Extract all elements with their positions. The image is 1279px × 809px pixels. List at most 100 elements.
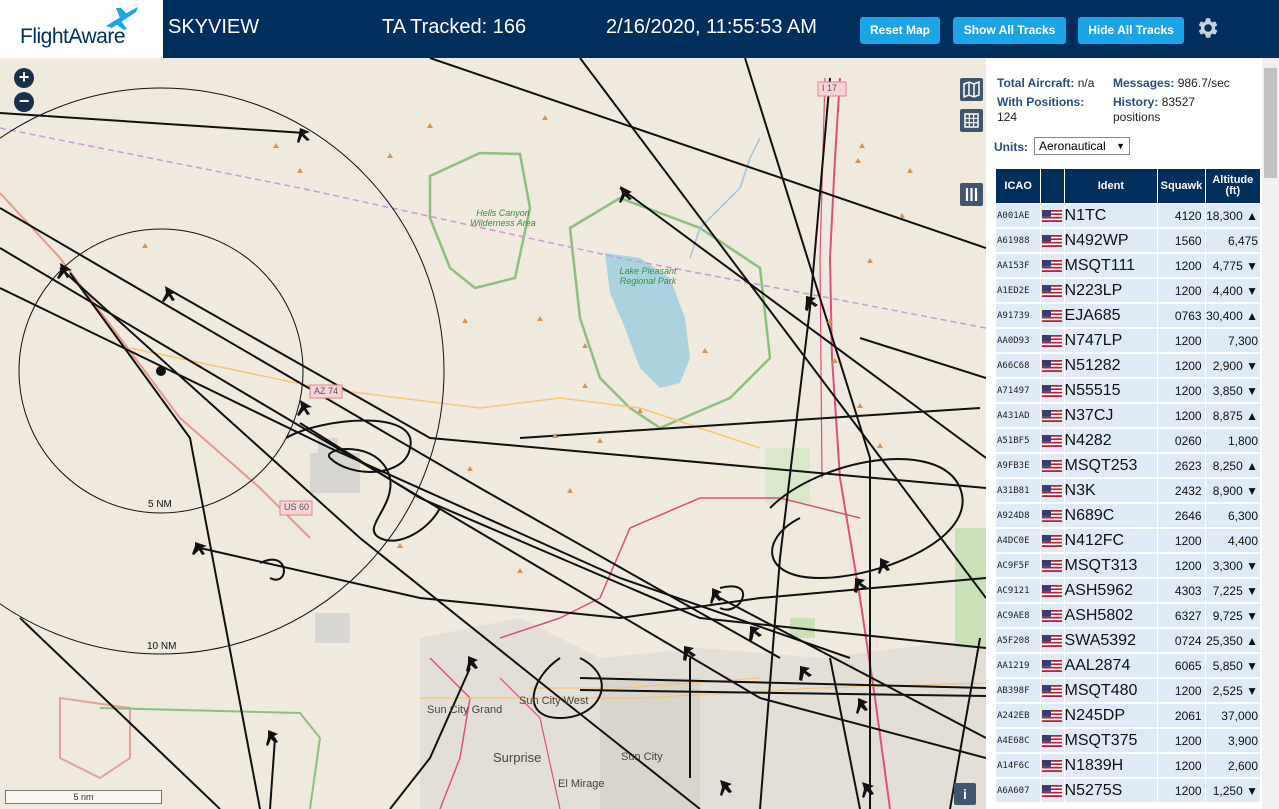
table-row[interactable]: A71497 N55515 1200 3,850 ▼ <box>994 377 1262 404</box>
altitude-cell: 2,900 ▼ <box>1204 352 1262 379</box>
col-flag[interactable] <box>1040 168 1065 204</box>
zoom-in-button[interactable]: + <box>14 68 34 88</box>
icao-cell: A6A607 <box>994 777 1042 804</box>
table-row[interactable]: AC9AE8 ASH5802 6327 9,725 ▼ <box>994 602 1262 629</box>
hide-all-tracks-button[interactable]: Hide All Tracks <box>1078 17 1184 44</box>
table-row[interactable]: AC9F5F MSQT313 1200 3,300 ▼ <box>994 552 1262 579</box>
icao-cell: A4DC0E <box>994 527 1042 554</box>
chevron-down-icon: ▼ <box>1116 141 1125 151</box>
scale-bar: 5 nm <box>5 790 162 804</box>
ident-cell: ASH5802 <box>1063 602 1159 629</box>
squawk-cell: 6065 <box>1157 652 1206 679</box>
flag-cell <box>1040 602 1065 629</box>
gear-icon[interactable] <box>1194 15 1220 41</box>
table-row[interactable]: A91739 EJA685 0763 30,400 ▲ <box>994 302 1262 329</box>
ident-cell: N747LP <box>1063 327 1159 354</box>
info-button[interactable]: i <box>954 783 976 805</box>
table-row[interactable]: A1ED2E N223LP 1200 4,400 ▼ <box>994 277 1262 304</box>
table-row[interactable]: A242EB N245DP 2061 37,000 <box>994 702 1262 729</box>
table-row[interactable]: A4DC0E N412FC 1200 4,400 <box>994 527 1262 554</box>
table-row[interactable]: A9FB3E MSQT253 2623 8,250 ▲ <box>994 452 1262 479</box>
icao-cell: A001AE <box>994 203 1042 229</box>
table-row[interactable]: A66C68 N51282 1200 2,900 ▼ <box>994 352 1262 379</box>
icao-cell: A4E68C <box>994 727 1042 754</box>
units-select[interactable]: Aeronautical ▼ <box>1034 137 1130 155</box>
table-row[interactable]: A6A607 N5275S 1200 1,250 ▼ <box>994 777 1262 804</box>
table-row[interactable]: A924D8 N689C 2646 6,300 <box>994 502 1262 529</box>
us-flag-icon <box>1042 759 1063 773</box>
altitude-cell: 37,000 <box>1204 702 1262 729</box>
squawk-cell: 2432 <box>1157 477 1206 504</box>
header-bar: FlightAware SKYVIEW TA Tracked: 166 2/16… <box>0 0 1279 58</box>
icao-cell: A14F6C <box>994 752 1042 779</box>
flag-cell <box>1040 627 1065 654</box>
lake-pleasant-label: Lake Pleasant Regional Park <box>619 266 677 286</box>
scrollbar-thumb[interactable] <box>1264 68 1277 178</box>
col-altitude[interactable]: Altitude (ft) <box>1204 168 1262 204</box>
squawk-cell: 6327 <box>1157 602 1206 629</box>
reset-map-button[interactable]: Reset Map <box>860 17 940 44</box>
flag-cell <box>1040 702 1065 729</box>
sidebar-scrollbar[interactable] <box>1262 58 1279 809</box>
map-layers-button[interactable] <box>960 78 983 101</box>
table-row[interactable]: A431AD N37CJ 1200 8,875 ▲ <box>994 402 1262 429</box>
history-unit: positions <box>1113 110 1161 124</box>
table-row[interactable]: A51BF5 N4282 0260 1,800 <box>994 427 1262 454</box>
ident-cell: N1TC <box>1063 203 1159 229</box>
altitude-cell: 8,900 ▼ <box>1204 477 1262 504</box>
sun-city-west-label: Sun City West <box>519 695 589 707</box>
icao-cell: AA1219 <box>994 652 1042 679</box>
table-row[interactable]: A5F208 SWA5392 0724 25,350 ▲ <box>994 627 1262 654</box>
table-row[interactable]: AA153F MSQT111 1200 4,775 ▼ <box>994 252 1262 279</box>
altitude-cell: 9,725 ▼ <box>1204 602 1262 629</box>
show-all-tracks-button[interactable]: Show All Tracks <box>953 17 1066 44</box>
table-row[interactable]: AA1219 AAL2874 6065 5,850 ▼ <box>994 652 1262 679</box>
altitude-cell: 6,300 <box>1204 502 1262 529</box>
flag-cell <box>1040 502 1065 529</box>
us-flag-icon <box>1042 584 1063 598</box>
table-row[interactable]: A61988 N492WP 1560 6,475 <box>994 227 1262 254</box>
zoom-out-button[interactable]: − <box>14 92 34 112</box>
table-row[interactable]: A31B81 N3K 2432 8,900 ▼ <box>994 477 1262 504</box>
col-squawk[interactable]: Squawk <box>1157 168 1206 204</box>
table-row[interactable]: A001AE N1TC 4120 18,300 ▲ <box>994 203 1262 229</box>
us-flag-icon <box>1042 409 1063 423</box>
us-flag-icon <box>1042 309 1063 323</box>
squawk-cell: 0260 <box>1157 427 1206 454</box>
icao-cell: AB398F <box>994 677 1042 704</box>
us-flag-icon <box>1042 334 1063 348</box>
grid-overlay-button[interactable] <box>960 109 983 132</box>
flag-cell <box>1040 752 1065 779</box>
columns-icon <box>965 188 978 201</box>
ring-label-5nm: 5 NM <box>148 499 172 510</box>
aircraft-table: ICAO Ident Squawk Altitude (ft) A001AE N1… <box>994 168 1262 804</box>
table-row[interactable]: A14F6C N1839H 1200 2,600 <box>994 752 1262 779</box>
map-view[interactable]: + − 5 NM 10 NM Hells Canyon Wilderness A… <box>0 58 986 809</box>
icao-cell: A51BF5 <box>994 427 1042 454</box>
ident-cell: MSQT253 <box>1063 452 1159 479</box>
map-canvas[interactable] <box>0 58 986 809</box>
squawk-cell: 1200 <box>1157 352 1206 379</box>
altitude-cell: 8,250 ▲ <box>1204 452 1262 479</box>
flag-cell <box>1040 727 1065 754</box>
ident-cell: N51282 <box>1063 352 1159 379</box>
column-toggle-button[interactable] <box>960 183 983 206</box>
table-row[interactable]: A4E68C MSQT375 1200 3,900 <box>994 727 1262 754</box>
icao-cell: A66C68 <box>994 352 1042 379</box>
flag-cell <box>1040 277 1065 304</box>
col-ident[interactable]: Ident <box>1063 168 1159 204</box>
surprise-label: Surprise <box>493 750 542 765</box>
flag-cell <box>1040 302 1065 329</box>
table-row[interactable]: AC9121 ASH5962 4303 7,225 ▼ <box>994 577 1262 604</box>
flightaware-logo[interactable]: FlightAware <box>0 0 163 58</box>
table-row[interactable]: AB398F MSQT480 1200 2,525 ▼ <box>994 677 1262 704</box>
us-flag-icon <box>1042 484 1063 498</box>
flag-cell <box>1040 252 1065 279</box>
flag-cell <box>1040 227 1065 254</box>
flag-cell <box>1040 327 1065 354</box>
icao-cell: AA0D93 <box>994 327 1042 354</box>
ident-cell: N5275S <box>1063 777 1159 804</box>
us-flag-icon <box>1042 784 1063 798</box>
table-row[interactable]: AA0D93 N747LP 1200 7,300 <box>994 327 1262 354</box>
col-icao[interactable]: ICAO <box>994 168 1042 204</box>
